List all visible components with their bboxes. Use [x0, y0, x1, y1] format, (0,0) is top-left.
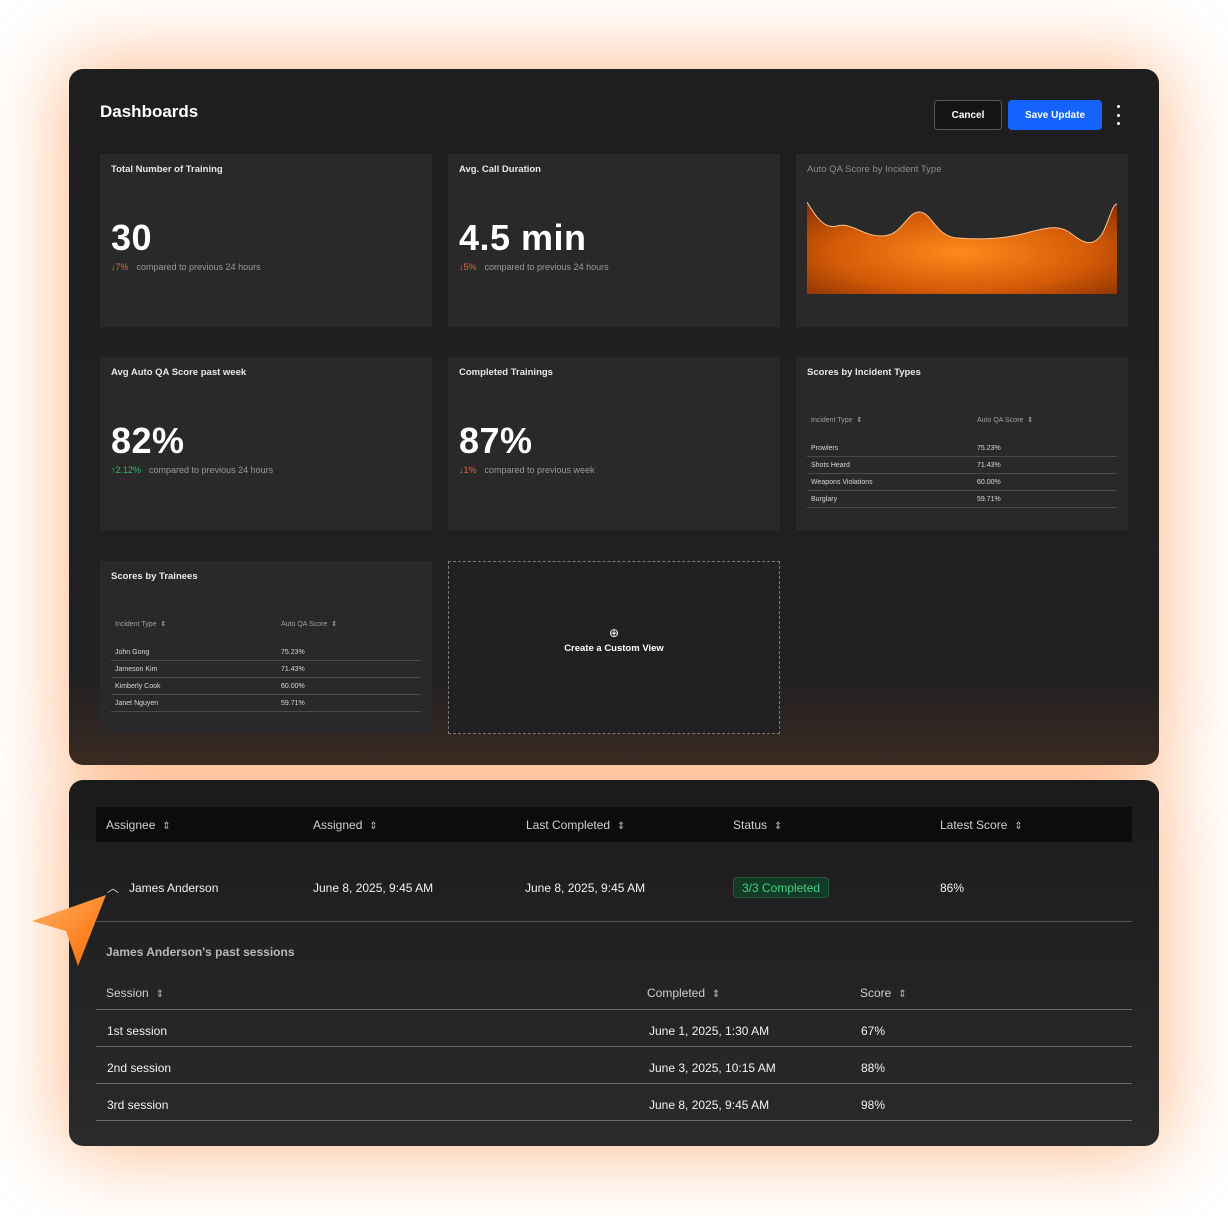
- card-avg-qa-score: Avg Auto QA Score past week 82% ↑2.12% c…: [100, 357, 432, 530]
- table-header: Incident Type ⇕ Auto QA Score ⇕: [807, 414, 1117, 426]
- table-row[interactable]: ︿ James Anderson June 8, 2025, 9:45 AM J…: [96, 842, 1132, 922]
- card-title: Scores by Incident Types: [807, 367, 921, 378]
- table-row: Weapons Violations 60.00%: [807, 474, 1117, 491]
- card-completed-trainings: Completed Trainings 87% ↓1% compared to …: [448, 357, 780, 530]
- sort-icon: ⇕: [1027, 417, 1034, 424]
- metric-delta-row: ↓5% compared to previous 24 hours: [459, 262, 609, 272]
- card-title: Completed Trainings: [459, 367, 553, 378]
- column-header-latest-score[interactable]: Latest Score ⇕: [940, 818, 1023, 832]
- table-header: Assignee ⇕ Assigned ⇕ Last Completed ⇕ Stat…: [96, 807, 1132, 842]
- column-header-status[interactable]: Status ⇕: [733, 818, 782, 832]
- column-header-incident-type[interactable]: Incident Type ⇕: [115, 620, 281, 628]
- last-completed-date: June 8, 2025, 9:45 AM: [525, 881, 646, 895]
- past-sessions-title: James Anderson's past sessions: [106, 945, 295, 959]
- delta-compare-text: compared to previous 24 hours: [484, 262, 609, 272]
- delta-compare-text: compared to previous week: [484, 465, 595, 475]
- sort-icon: ⇕: [774, 821, 783, 832]
- table-row: Janet Nguyen 59.71%: [111, 695, 421, 712]
- cancel-button[interactable]: Cancel: [934, 100, 1002, 130]
- sort-icon: ⇕: [331, 621, 338, 628]
- session-name: 1st session: [107, 1024, 168, 1038]
- session-row[interactable]: 1st session June 1, 2025, 1:30 AM 67%: [96, 1010, 1132, 1047]
- table-row: John Gong 75.23%: [111, 644, 421, 661]
- latest-score: 86%: [940, 881, 965, 895]
- assigned-date: June 8, 2025, 9:45 AM: [313, 881, 434, 895]
- card-qa-score-chart: Auto QA Score by Incident Type: [796, 154, 1128, 327]
- column-header-auto-qa-score[interactable]: Auto QA Score ⇕: [977, 416, 1033, 424]
- create-custom-view-button[interactable]: ⊕ Create a Custom View: [448, 561, 780, 734]
- card-total-training: Total Number of Training 30 ↓7% compared…: [100, 154, 432, 327]
- sort-icon: ⇕: [155, 989, 165, 1000]
- column-header-last-completed[interactable]: Last Completed ⇕: [526, 818, 625, 832]
- session-score: 67%: [861, 1024, 886, 1038]
- save-update-button[interactable]: Save Update: [1008, 100, 1102, 130]
- session-name: 2nd session: [107, 1061, 172, 1075]
- table-header: Incident Type ⇕ Auto QA Score ⇕: [111, 618, 421, 630]
- card-title: Auto QA Score by Incident Type: [807, 164, 942, 175]
- table-row: Kimberly Cook 60.00%: [111, 678, 421, 695]
- column-header-score[interactable]: Score ⇕: [860, 986, 907, 1000]
- metric-delta-row: ↑2.12% compared to previous 24 hours: [111, 465, 273, 475]
- sort-icon: ⇕: [856, 417, 863, 424]
- metric-delta-row: ↓7% compared to previous 24 hours: [111, 262, 261, 272]
- create-custom-view-label: Create a Custom View: [564, 643, 664, 654]
- card-scores-by-trainees: Scores by Trainees Incident Type ⇕ Auto Q…: [100, 561, 432, 734]
- table-row: Prowlers 75.23%: [807, 440, 1117, 457]
- more-options-icon[interactable]: [1109, 105, 1127, 125]
- sort-icon: ⇕: [160, 621, 167, 628]
- session-score: 98%: [861, 1098, 886, 1112]
- delta-value: ↓7%: [111, 262, 129, 272]
- session-row[interactable]: 3rd session June 8, 2025, 9:45 AM 98%: [96, 1084, 1132, 1121]
- table-row: Jameson Kim 71.43%: [111, 661, 421, 678]
- column-header-completed[interactable]: Completed ⇕: [647, 986, 720, 1000]
- column-header-incident-type[interactable]: Incident Type ⇕: [811, 416, 977, 424]
- sort-icon: ⇕: [162, 821, 171, 832]
- column-header-session[interactable]: Session ⇕: [106, 986, 164, 1000]
- area-fill: [807, 202, 1117, 294]
- assignee-name: James Anderson: [129, 881, 219, 895]
- session-completed: June 3, 2025, 10:15 AM: [649, 1061, 776, 1075]
- card-title: Scores by Trainees: [111, 571, 198, 582]
- column-header-auto-qa-score[interactable]: Auto QA Score ⇕: [281, 620, 337, 628]
- incident-types-table: Incident Type ⇕ Auto QA Score ⇕ Prowlers 75…: [807, 414, 1117, 508]
- dashboards-panel: Dashboards Cancel Save Update Total Numb…: [69, 69, 1159, 765]
- delta-value: ↓1%: [459, 465, 477, 475]
- sort-icon: ⇕: [1014, 821, 1023, 832]
- metric-value: 87%: [459, 420, 533, 461]
- column-header-assignee[interactable]: Assignee ⇕: [106, 818, 171, 832]
- column-header-assigned[interactable]: Assigned ⇕: [313, 818, 378, 832]
- delta-compare-text: compared to previous 24 hours: [149, 465, 274, 475]
- card-title: Avg Auto QA Score past week: [111, 367, 247, 378]
- metric-delta-row: ↓1% compared to previous week: [459, 465, 595, 475]
- add-circle-icon: ⊕: [608, 626, 620, 640]
- trainees-table: Incident Type ⇕ Auto QA Score ⇕ John Gong 7…: [111, 618, 421, 712]
- delta-value: ↓5%: [459, 262, 477, 272]
- card-scores-by-incident-types: Scores by Incident Types Incident Type ⇕ …: [796, 357, 1128, 530]
- table-row: Shots Heard 71.43%: [807, 457, 1117, 474]
- metric-value: 82%: [111, 420, 185, 461]
- delta-compare-text: compared to previous 24 hours: [136, 262, 261, 272]
- delta-value: ↑2.12%: [111, 465, 142, 475]
- status-badge: 3/3 Completed: [733, 877, 830, 898]
- card-avg-call-duration: Avg. Call Duration 4.5 min ↓5% compared …: [448, 154, 780, 327]
- sort-icon: ⇕: [898, 989, 907, 1000]
- sort-icon: ⇕: [617, 821, 626, 832]
- metric-value: 30: [111, 217, 153, 258]
- sort-icon: ⇕: [369, 821, 378, 832]
- card-title: Total Number of Training: [111, 164, 223, 175]
- sessions-table-header: Session ⇕ Completed ⇕ Score ⇕: [96, 980, 1132, 1010]
- sort-icon: ⇕: [712, 989, 721, 1000]
- page-title: Dashboards: [100, 102, 199, 121]
- card-title: Avg. Call Duration: [459, 164, 541, 175]
- session-row[interactable]: 2nd session June 3, 2025, 10:15 AM 88%: [96, 1047, 1132, 1084]
- session-name: 3rd session: [107, 1098, 169, 1112]
- cursor-pointer-icon: [32, 895, 106, 966]
- table-row: Burglary 59.71%: [807, 491, 1117, 508]
- area-chart: [807, 201, 1117, 294]
- session-score: 88%: [861, 1061, 886, 1075]
- metric-value: 4.5 min: [459, 217, 587, 258]
- session-completed: June 1, 2025, 1:30 AM: [649, 1024, 770, 1038]
- session-completed: June 8, 2025, 9:45 AM: [649, 1098, 770, 1112]
- assignee-table-panel: Assignee ⇕ Assigned ⇕ Last Completed ⇕ Stat…: [69, 780, 1159, 1146]
